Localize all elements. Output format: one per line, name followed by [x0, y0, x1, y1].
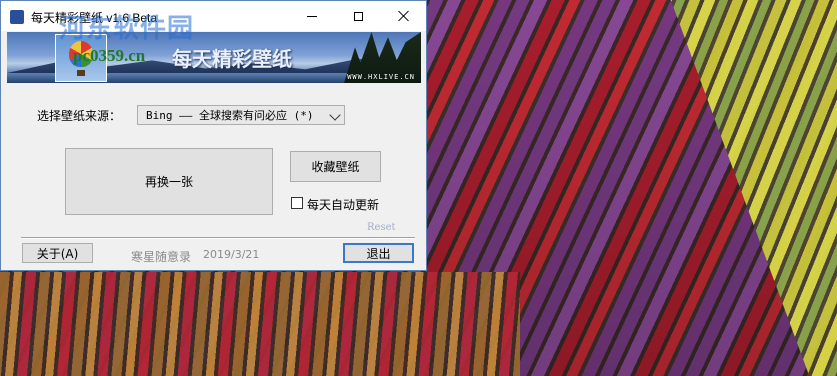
exit-button[interactable]: 退出 — [343, 243, 414, 263]
banner-title: 每天精彩壁纸 — [172, 47, 292, 71]
reset-link[interactable]: Reset — [367, 222, 396, 233]
chevron-down-icon — [329, 109, 341, 121]
auto-update-checkbox[interactable] — [291, 197, 303, 209]
maximize-button[interactable] — [335, 1, 381, 31]
minimize-button[interactable] — [289, 1, 335, 31]
app-icon — [10, 10, 24, 24]
close-icon — [398, 10, 410, 22]
favorite-wallpaper-label: 收藏壁纸 — [311, 160, 360, 174]
app-window: 每天精彩壁纸 v1.6 Beta 每天精彩壁纸 pc0359.cn WWW.HX… — [0, 0, 427, 271]
about-label: 关于(A) — [36, 246, 79, 261]
maximize-icon — [353, 11, 363, 21]
banner-overlay-url: pc0359.cn — [73, 46, 146, 65]
balloon-basket — [77, 70, 85, 76]
source-label: 选择壁纸来源： — [37, 109, 122, 123]
watermark-text: 河东软件园 — [59, 14, 195, 44]
next-wallpaper-label: 再换一张 — [144, 175, 193, 189]
favorite-wallpaper-button[interactable]: 收藏壁纸 — [290, 151, 381, 182]
source-dropdown[interactable]: Bing —— 全球搜索有问必应 (*) — [137, 105, 345, 125]
date-text: 2019/3/21 — [203, 248, 260, 261]
minimize-icon — [307, 15, 317, 17]
footer-divider — [21, 237, 415, 239]
author-text: 寒星随意录 — [131, 250, 192, 264]
next-wallpaper-button[interactable]: 再换一张 — [65, 148, 273, 215]
wallpaper-bottom-field — [0, 272, 520, 376]
banner-site: WWW.HXLIVE.CN — [347, 73, 415, 81]
close-button[interactable] — [381, 1, 427, 31]
source-selected-value: Bing —— 全球搜索有问必应 (*) — [146, 109, 314, 122]
about-button[interactable]: 关于(A) — [22, 243, 93, 263]
auto-update-label[interactable]: 每天自动更新 — [307, 196, 379, 213]
exit-label: 退出 — [366, 246, 391, 261]
